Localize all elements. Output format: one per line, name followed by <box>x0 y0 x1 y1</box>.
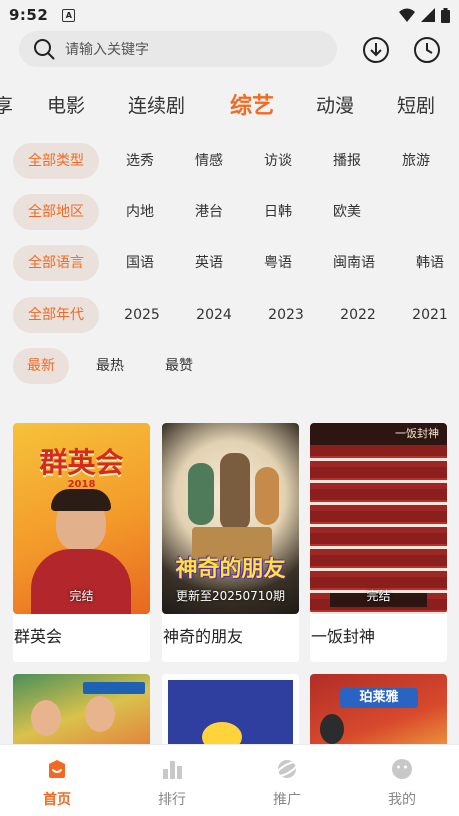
home-icon <box>49 760 65 778</box>
signal-icon <box>421 8 435 22</box>
poster-person <box>188 463 214 525</box>
poster-face <box>31 700 61 736</box>
tab-anime[interactable]: 动漫 <box>316 91 354 118</box>
poster-title-text: 珀莱雅 <box>340 688 418 708</box>
filter-chip[interactable]: 全部类型 <box>13 143 99 179</box>
poster-title-text: 群英会 <box>39 446 124 479</box>
tab-partial[interactable]: 享 <box>0 91 13 118</box>
search-placeholder: 请输入关键字 <box>65 42 149 58</box>
tab-variety[interactable]: 综艺 <box>230 88 274 120</box>
nav-label: 首页 <box>43 792 71 808</box>
smiley-icon <box>392 759 412 779</box>
card-status: 完结 <box>366 589 391 603</box>
filter-chip[interactable]: 情感 <box>182 143 236 179</box>
filter-chip[interactable]: 旅游 <box>389 143 443 179</box>
filter-region-row: 全部地区 内地 港台 日韩 欧美 <box>0 194 459 230</box>
filter-chip[interactable]: 内地 <box>113 194 167 230</box>
poster-image: 群英会 2018 完结 <box>13 423 150 614</box>
status-time: 9:52 <box>9 6 49 24</box>
nav-label: 推广 <box>273 792 301 808</box>
bar-chart-icon <box>163 761 182 779</box>
wifi-icon <box>399 8 415 22</box>
search-row: 请输入关键字 <box>0 30 459 70</box>
category-tabs: 享 电影 连续剧 综艺 动漫 短剧 <box>0 80 459 128</box>
filter-type-row: 全部类型 选秀 情感 访谈 播报 旅游 <box>0 143 459 179</box>
status-bar: 9:52 A <box>0 0 459 30</box>
filter-chip[interactable]: 韩语 <box>403 245 457 281</box>
card-title: 神奇的朋友 <box>163 627 244 646</box>
filter-chip[interactable]: 英语 <box>182 245 236 281</box>
poster-hair <box>51 489 111 511</box>
filter-chip[interactable]: 全部年代 <box>13 297 99 333</box>
nav-label: 排行 <box>158 792 186 808</box>
card-status: 更新至20250710期 <box>175 589 286 603</box>
filter-chip[interactable]: 访谈 <box>251 143 305 179</box>
poster-body <box>31 549 131 614</box>
poster-person <box>220 453 250 531</box>
nav-ranking[interactable]: 排行 <box>132 745 212 816</box>
filter-sort-row: 最新 最热 最赞 <box>0 348 459 384</box>
poster-figure <box>320 714 344 744</box>
card-title: 群英会 <box>14 627 63 646</box>
show-card[interactable]: 群英会 2018 完结 群英会 <box>13 423 150 662</box>
tab-series[interactable]: 连续剧 <box>128 91 185 118</box>
show-card[interactable]: 珀莱雅 <box>310 674 447 754</box>
planet-icon <box>275 760 299 778</box>
filter-chip[interactable]: 2021 <box>401 297 459 333</box>
filter-chip[interactable]: 国语 <box>113 245 167 281</box>
show-card[interactable] <box>162 674 299 754</box>
nav-label: 我的 <box>388 792 416 808</box>
show-card[interactable]: 神奇的朋友 更新至20250710期 神奇的朋友 <box>162 423 299 662</box>
poster-title-text: 一饭封神 <box>310 423 447 445</box>
filter-chip[interactable]: 2022 <box>329 297 387 333</box>
bottom-nav: 首页 排行 推广 我的 <box>0 744 459 816</box>
notification-icon: A <box>62 8 76 22</box>
poster-image: 神奇的朋友 更新至20250710期 <box>162 423 299 614</box>
filter-chip[interactable]: 全部地区 <box>13 194 99 230</box>
history-icon[interactable] <box>413 36 441 64</box>
show-card[interactable]: 一饭封神 完结 一饭封神 <box>310 423 447 662</box>
filter-chip[interactable]: 港台 <box>182 194 236 230</box>
filter-chip[interactable]: 播报 <box>320 143 374 179</box>
filter-chip[interactable]: 全部语言 <box>13 245 99 281</box>
filter-year-row: 全部年代 2025 2024 2023 2022 2021 <box>0 297 459 333</box>
filter-language-row: 全部语言 国语 英语 粤语 闽南语 韩语 <box>0 245 459 281</box>
status-icons <box>399 7 450 23</box>
poster-title-text: 神奇的朋友 <box>175 557 286 582</box>
poster-person <box>255 467 279 525</box>
tab-movie[interactable]: 电影 <box>47 91 85 118</box>
filter-chip[interactable]: 最热 <box>82 348 138 384</box>
poster-image: 一饭封神 完结 <box>310 423 447 614</box>
filter-chip[interactable]: 选秀 <box>113 143 167 179</box>
filter-chip[interactable]: 2023 <box>257 297 315 333</box>
poster-banner <box>83 682 145 694</box>
search-box[interactable]: 请输入关键字 <box>19 31 337 67</box>
filter-chip[interactable]: 最新 <box>13 348 69 384</box>
card-title: 一饭封神 <box>311 627 376 646</box>
filter-chip[interactable]: 欧美 <box>320 194 374 230</box>
filter-chip[interactable]: 闽南语 <box>320 245 388 281</box>
filter-chip[interactable]: 2024 <box>185 297 243 333</box>
nav-home[interactable]: 首页 <box>17 745 97 816</box>
search-icon <box>34 39 55 60</box>
tab-short-drama[interactable]: 短剧 <box>397 91 435 118</box>
battery-icon <box>441 7 450 23</box>
filter-chip[interactable]: 粤语 <box>251 245 305 281</box>
card-status: 完结 <box>69 589 94 603</box>
nav-profile[interactable]: 我的 <box>362 745 442 816</box>
show-card[interactable] <box>13 674 150 754</box>
poster-face <box>85 696 115 732</box>
nav-promote[interactable]: 推广 <box>247 745 327 816</box>
filter-chip[interactable]: 2025 <box>113 297 171 333</box>
filter-chip[interactable]: 日韩 <box>251 194 305 230</box>
download-icon[interactable] <box>362 36 390 64</box>
filter-chip[interactable]: 最赞 <box>151 348 207 384</box>
